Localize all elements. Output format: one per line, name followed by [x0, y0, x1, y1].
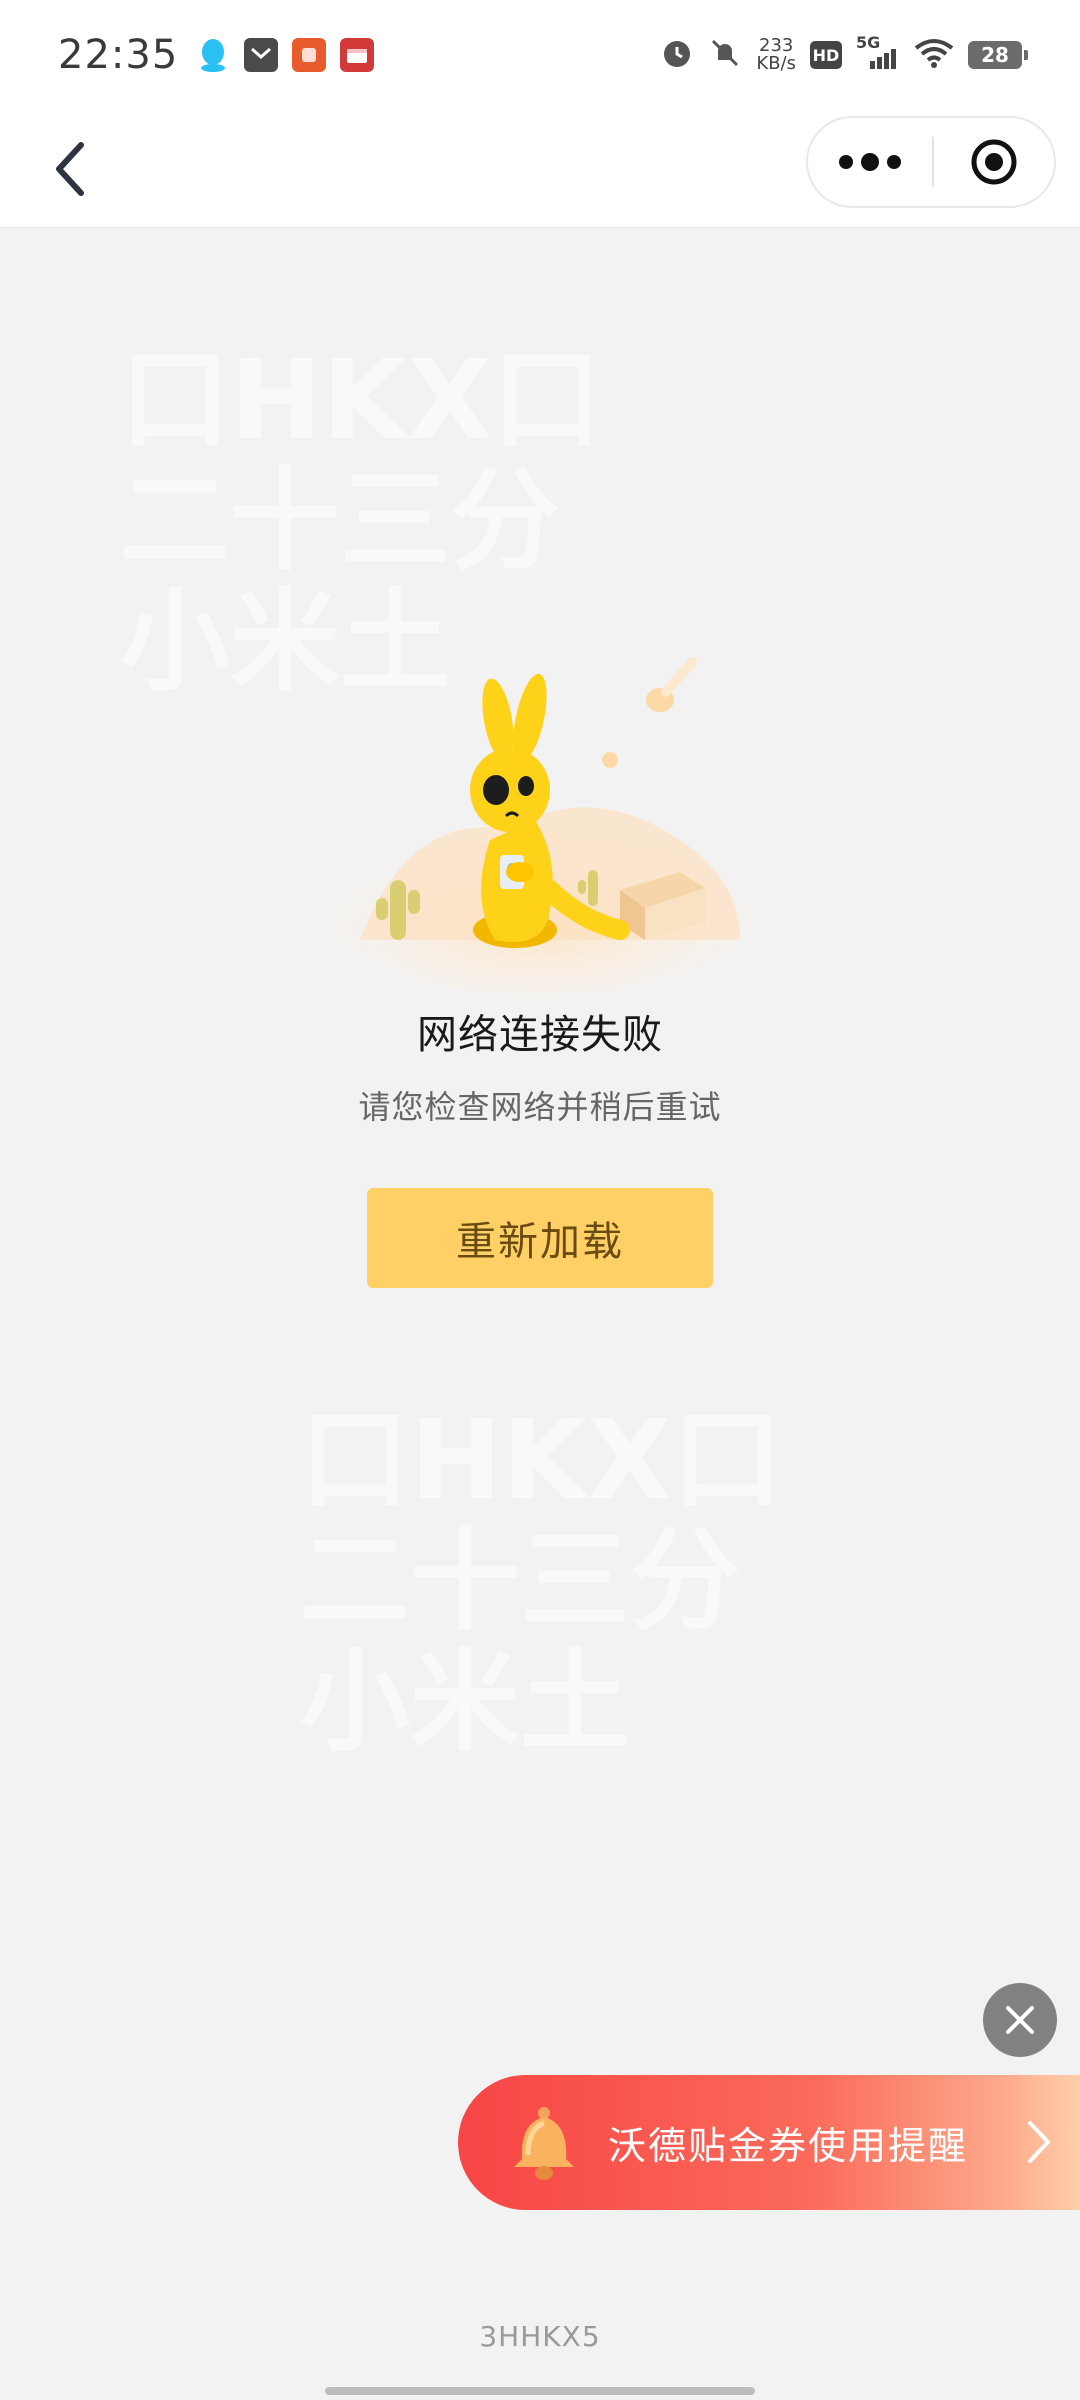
alarm-icon — [660, 36, 694, 74]
watermark-middle: 口HKX口 二十三分 小米土 — [300, 1396, 783, 1766]
exit-button[interactable] — [934, 118, 1054, 206]
network-speed: 233 KB/s — [756, 37, 796, 73]
wifi-icon — [914, 36, 954, 74]
mute-icon — [708, 36, 742, 74]
bell-icon — [504, 2103, 584, 2183]
page-code: 3HHKX5 — [479, 2320, 601, 2353]
mini-program-capsule — [806, 116, 1056, 208]
status-bar: 22:35 233 KB/s HD 5G 28 — [0, 0, 1080, 110]
screen: 22:35 233 KB/s HD 5G 28 口HKX口 二十三分 小米土 口… — [0, 0, 1080, 2400]
status-time: 22:35 — [58, 32, 179, 78]
reminder-banner[interactable]: 沃德贴金券使用提醒 — [458, 2075, 1080, 2210]
home-indicator[interactable] — [325, 2387, 755, 2395]
network-speed-unit: KB/s — [756, 53, 796, 74]
qq-icon — [196, 38, 230, 72]
more-dots-icon — [839, 153, 901, 171]
more-button[interactable] — [808, 118, 932, 206]
hd-badge: HD — [810, 41, 842, 69]
error-title: 网络连接失败 — [417, 1012, 663, 1058]
error-subtitle: 请您检查网络并稍后重试 — [358, 1088, 722, 1126]
status-right: 233 KB/s HD 5G 28 — [660, 33, 1028, 74]
app-icon — [292, 38, 327, 72]
yellow-kangaroo-illustration — [320, 640, 760, 1000]
mail-icon — [244, 38, 279, 72]
reminder-text: 沃德贴金券使用提醒 — [608, 2124, 969, 2168]
chevron-left-icon — [56, 142, 84, 196]
battery-indicator: 28 — [968, 41, 1028, 69]
reload-button[interactable]: 重新加载 — [367, 1188, 713, 1288]
nav-bar — [0, 110, 1080, 228]
reminder-close-button[interactable] — [983, 1983, 1057, 2057]
back-button[interactable] — [36, 134, 106, 204]
calendar-icon — [340, 38, 375, 72]
signal-icon: 5G — [856, 33, 900, 73]
chevron-right-icon — [1026, 2119, 1052, 2169]
target-circle-icon — [971, 139, 1017, 185]
notification-icons — [196, 38, 375, 72]
close-icon — [1006, 2006, 1034, 2034]
